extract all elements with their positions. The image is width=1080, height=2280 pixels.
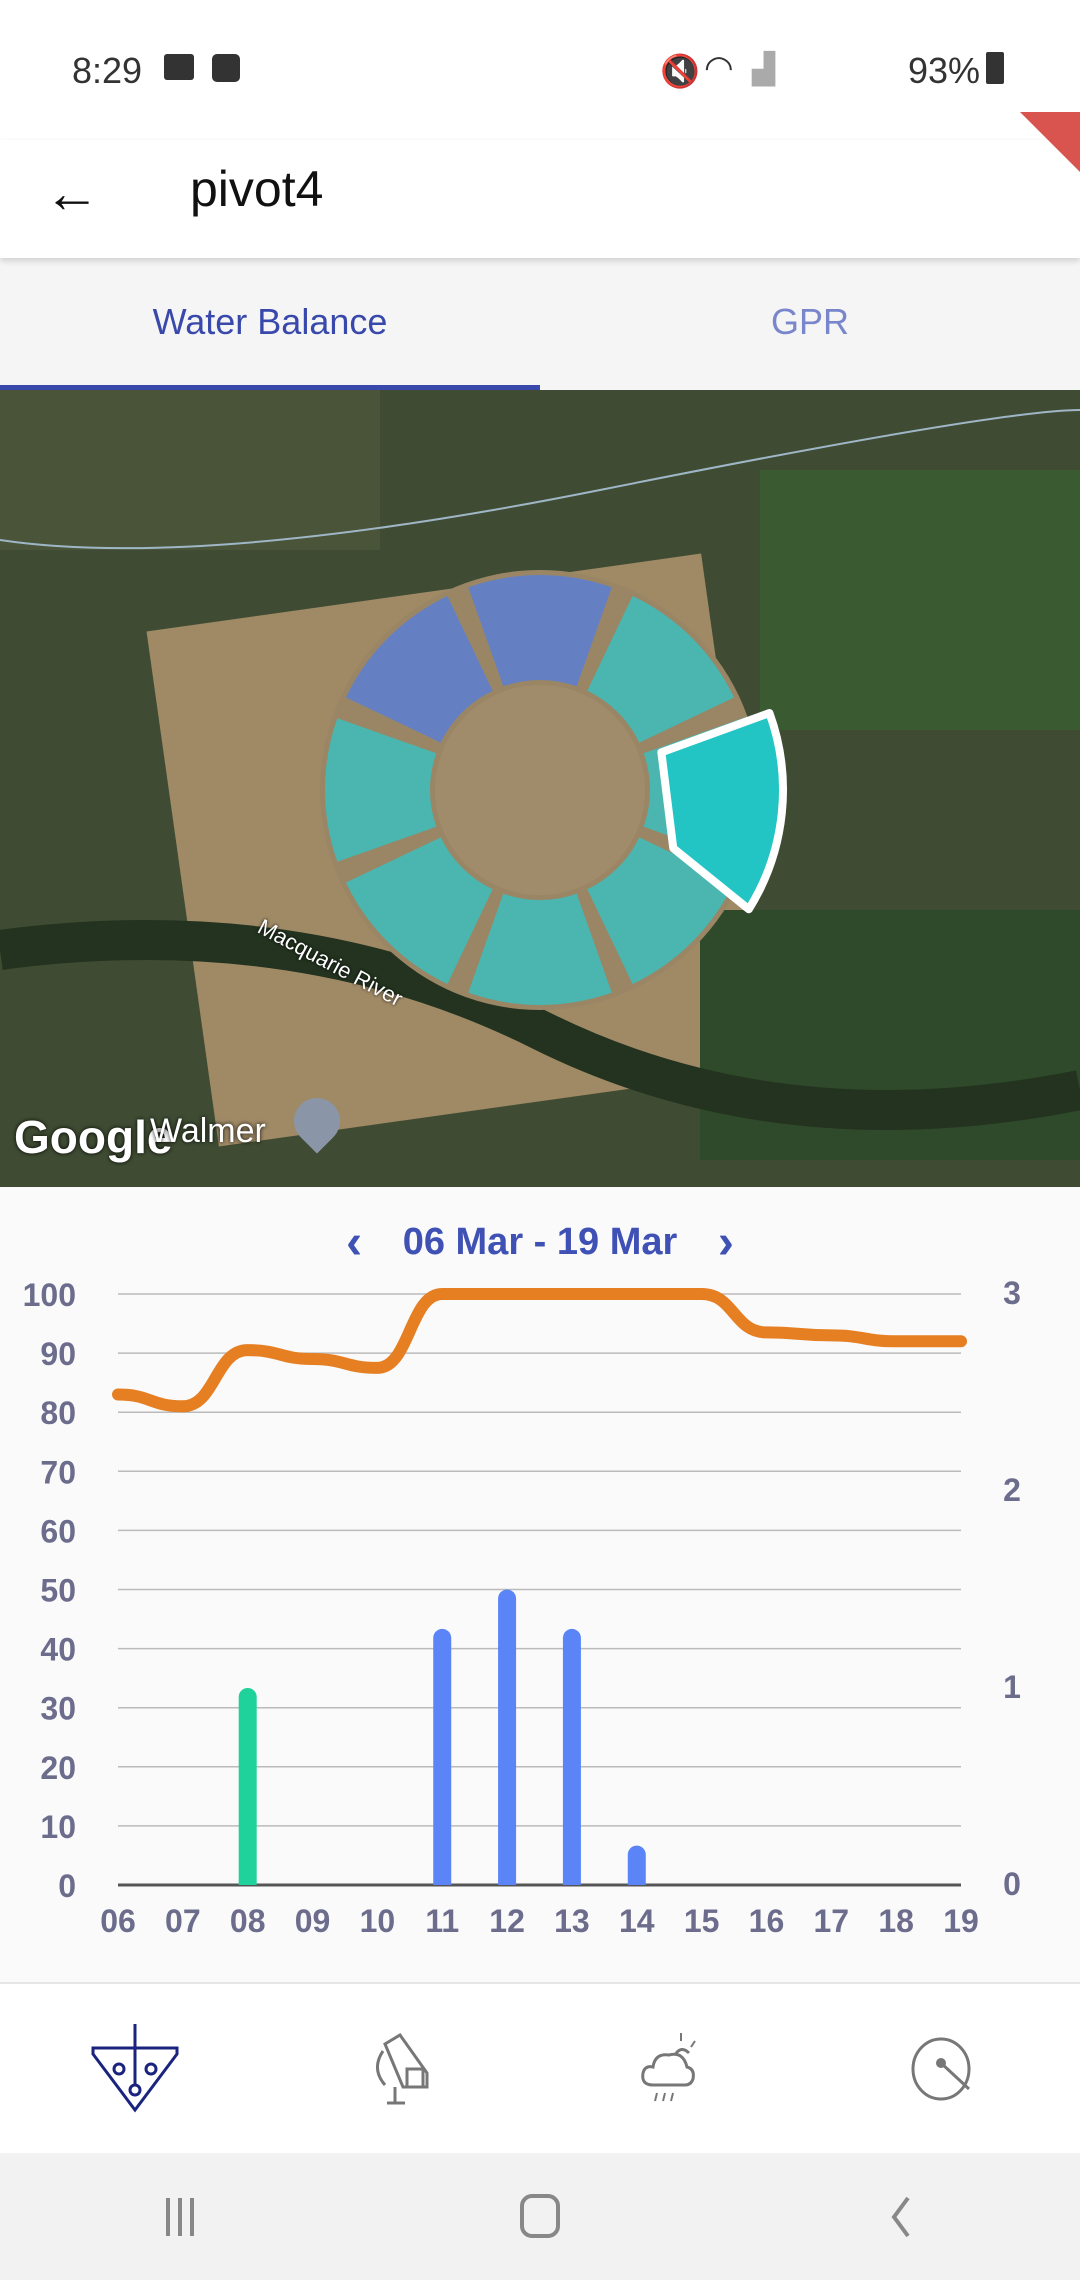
nav-weather[interactable]	[540, 1984, 810, 2153]
x-axis-tick: 11	[425, 1903, 459, 1939]
bar	[498, 1589, 517, 1885]
home-icon	[520, 2193, 560, 2238]
left-axis-tick: 50	[40, 1573, 76, 1609]
bar	[238, 1688, 257, 1885]
wifi-icon: ◠	[704, 49, 734, 87]
home-button[interactable]	[360, 2153, 720, 2280]
alarm-icon	[212, 54, 240, 82]
page-title: pivot4	[190, 161, 324, 217]
image-icon	[164, 54, 194, 80]
back-button[interactable]	[720, 2153, 1080, 2280]
chevron-left-icon[interactable]: ‹	[316, 1215, 392, 1270]
status-bar: 8:29 93% 🔇 ◠ ▟	[0, 0, 1080, 140]
line-series	[112, 1288, 967, 1413]
x-axis-tick: 19	[943, 1903, 979, 1939]
left-axis-tick: 90	[40, 1336, 76, 1372]
right-axis-tick: 2	[1003, 1472, 1021, 1508]
left-axis-tick: 40	[40, 1632, 76, 1668]
status-time: 8:29	[72, 50, 143, 91]
x-axis-tick: 12	[489, 1903, 525, 1939]
soil-probe-icon	[91, 2023, 179, 2112]
google-logo: Google	[14, 1111, 173, 1163]
status-battery: 93%	[907, 50, 980, 91]
debug-banner	[1020, 112, 1080, 172]
tab-gpr[interactable]: GPR	[540, 258, 1080, 390]
mute-icon: 🔇	[660, 53, 700, 89]
x-axis-tick: 10	[360, 1903, 396, 1939]
bar	[627, 1845, 646, 1885]
bar	[433, 1628, 452, 1885]
map-label-place: Walmer	[150, 1112, 266, 1150]
x-axis-tick: 14	[619, 1903, 655, 1939]
irrigation-sprinkler-icon	[376, 2032, 429, 2104]
x-axis-tick: 17	[814, 1903, 850, 1939]
left-axis-tick: 80	[40, 1395, 76, 1431]
left-axis-tick: 60	[40, 1513, 76, 1549]
bottom-navigation	[0, 1982, 1080, 2153]
battery-charging-icon	[986, 52, 1004, 84]
left-axis-tick: 10	[40, 1809, 76, 1845]
nav-irrigation[interactable]	[270, 1984, 540, 2153]
right-axis-tick: 3	[1003, 1275, 1021, 1311]
date-range-selector: ‹ 06 Mar - 19 Mar ›	[0, 1215, 1080, 1270]
back-icon	[891, 2196, 910, 2237]
right-axis-tick: 1	[1003, 1669, 1021, 1705]
chevron-right-icon[interactable]: ›	[688, 1215, 764, 1270]
left-axis-tick: 20	[40, 1750, 76, 1786]
satellite-map[interactable]: Macquarie River Google Walmer	[0, 390, 1080, 1187]
nav-pivot[interactable]	[810, 1984, 1080, 2153]
water-balance-chart: ‹ 06 Mar - 19 Mar › 0 10 20 30 40 50 60 70 80 90 1…	[0, 1187, 1080, 1980]
right-axis-tick: 0	[1003, 1866, 1021, 1902]
recent-apps-icon	[166, 2197, 194, 2236]
tab-bar: Water Balance GPR	[0, 258, 1080, 390]
arrow-left-icon[interactable]: ←	[44, 160, 100, 225]
pivot-icon	[911, 2037, 971, 2100]
left-axis-tick: 0	[58, 1868, 76, 1904]
x-axis-tick: 15	[684, 1903, 720, 1939]
nav-soil-probe[interactable]	[0, 1984, 270, 2153]
x-axis-tick: 08	[230, 1903, 266, 1939]
left-axis-tick: 100	[23, 1277, 76, 1313]
x-axis-tick: 16	[749, 1903, 785, 1939]
x-axis-tick: 09	[295, 1903, 331, 1939]
date-range-label: 06 Mar - 19 Mar	[402, 1221, 678, 1263]
signal-icon: ▟	[752, 53, 776, 86]
chart-svg: 0102030405060708090100012306 07 08 09 10 11 12…	[23, 1275, 1021, 1939]
weather-icon	[641, 2032, 696, 2101]
x-axis-tick: 07	[165, 1903, 201, 1939]
x-axis-tick: 18	[878, 1903, 914, 1939]
map-canvas	[0, 390, 1080, 1187]
x-axis-tick: 06	[100, 1903, 136, 1939]
app-bar: ← pivot4	[0, 112, 1080, 258]
x-axis-tick: 13	[554, 1903, 590, 1939]
left-axis-tick: 70	[40, 1454, 76, 1490]
bar	[562, 1628, 581, 1885]
recent-apps-button[interactable]	[0, 2153, 360, 2280]
left-axis-tick: 30	[40, 1691, 76, 1727]
tab-water-balance[interactable]: Water Balance	[0, 258, 540, 390]
system-navigation	[0, 2153, 1080, 2280]
